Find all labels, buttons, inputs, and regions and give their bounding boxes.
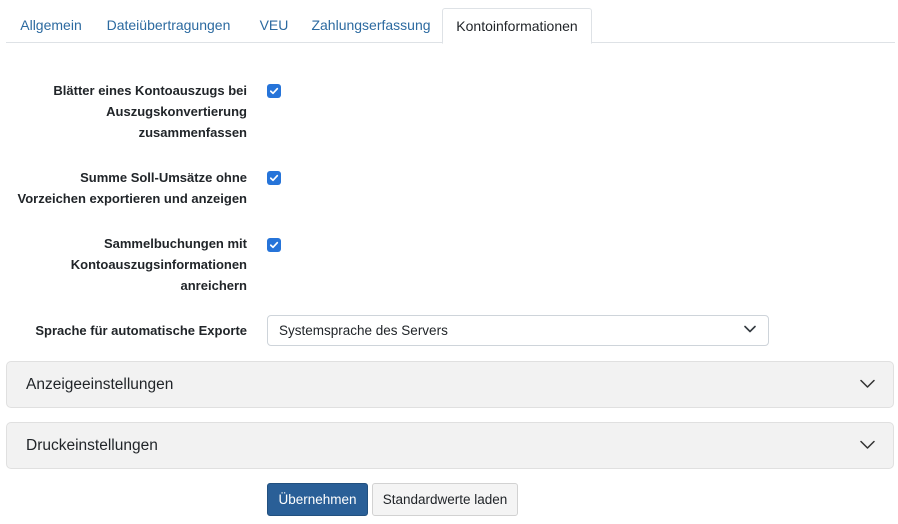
export-language-value: Systemsprache des Servers [279,323,448,338]
tab-allgemein[interactable]: Allgemein [8,8,94,43]
tab-dateiuebertragungen[interactable]: Dateiübertragungen [96,8,241,43]
tab-bar: Allgemein Dateiübertragungen VEU Zahlung… [6,0,895,44]
enrich-bookings-label-line-3: anreichern [180,278,247,293]
enrich-bookings-label-line-1: Sammelbuchungen mit [103,236,247,251]
check-icon [269,174,279,182]
apply-button[interactable]: Übernehmen [267,483,368,516]
debit-sum-checkbox[interactable] [267,171,281,185]
enrich-bookings-label-line-2: Kontoauszugsinformationen [70,257,247,272]
tab-zahlungserfassung[interactable]: Zahlungserfassung [306,8,436,43]
merge-pages-label-line-2: Auszugskonvertierung [106,104,247,119]
accordion-title: Druckeinstellungen [26,437,158,454]
enrich-bookings-checkbox[interactable] [267,238,281,252]
export-language-select[interactable]: Systemsprache des Servers [267,315,769,346]
load-defaults-button[interactable]: Standardwerte laden [372,483,518,516]
chevron-down-icon [860,379,875,388]
merge-pages-label: Blätter eines Kontoauszugs bei Auszugsko… [53,80,247,143]
chevron-down-icon [860,440,875,449]
enrich-bookings-label: Sammelbuchungen mit Kontoauszugsinformat… [71,233,247,296]
chevron-down-icon [744,325,756,333]
check-icon [269,87,279,95]
merge-pages-label-line-3: zusammenfassen [138,125,247,140]
debit-sum-label: Summe Soll-Umsätze ohne Vorzeichen expor… [18,167,247,209]
accordion-anzeigeeinstellungen[interactable]: Anzeigeeinstellungen [6,361,894,408]
accordion-title: Anzeigeeinstellungen [26,376,174,393]
export-language-label: Sprache für automatische Exporte [35,323,247,338]
accordion-druckeinstellungen[interactable]: Druckeinstellungen [6,422,894,469]
merge-pages-label-line-1: Blätter eines Kontoauszugs bei [53,83,247,98]
merge-pages-checkbox[interactable] [267,84,281,98]
debit-sum-label-line-1: Summe Soll-Umsätze ohne [80,170,247,185]
debit-sum-label-line-2: Vorzeichen exportieren und anzeigen [17,191,247,206]
tab-veu[interactable]: VEU [250,8,298,43]
check-icon [269,241,279,249]
tab-kontoinformationen[interactable]: Kontoinformationen [442,8,592,44]
